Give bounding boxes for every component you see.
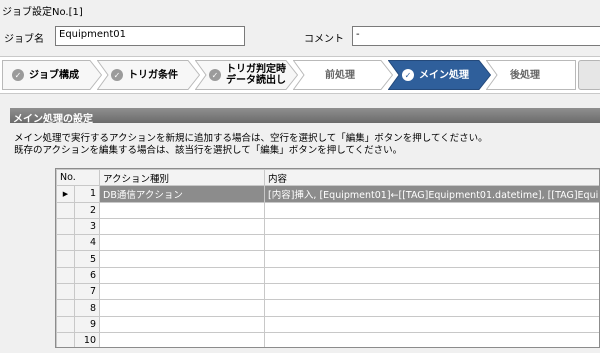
wizard-step-label: メイン処理 — [419, 69, 469, 81]
action-type-cell[interactable] — [99, 299, 265, 317]
action-type-cell[interactable] — [99, 266, 265, 285]
content-cell[interactable] — [264, 250, 599, 268]
row-indicator — [56, 315, 75, 333]
row-indicator — [56, 201, 75, 219]
content-cell[interactable] — [264, 201, 599, 219]
table-row[interactable]: 8 — [56, 299, 599, 317]
wizard-step-label: トリガ判定時 データ読出し — [226, 64, 286, 86]
action-type-cell[interactable] — [99, 250, 265, 268]
wizard-step-postprocess[interactable]: 後処理 — [486, 60, 576, 90]
content-cell[interactable] — [264, 299, 599, 317]
wizard-step-label: トリガ条件 — [128, 69, 178, 81]
window-title: ジョブ設定No.[1] — [0, 0, 600, 20]
row-indicator — [56, 331, 75, 347]
action-type-cell[interactable] — [99, 234, 265, 252]
action-type-cell[interactable] — [99, 283, 265, 301]
table-row[interactable]: 7 — [56, 283, 599, 301]
row-indicator — [56, 234, 75, 252]
wizard-step-preprocess[interactable]: 前処理 — [293, 60, 393, 90]
action-type-cell[interactable] — [99, 331, 265, 347]
content-cell[interactable] — [264, 217, 599, 236]
wizard-step-trigger-read[interactable]: ✓ トリガ判定時 データ読出し — [195, 60, 298, 90]
content-cell[interactable] — [264, 266, 599, 285]
table-row[interactable]: 4 — [56, 234, 599, 252]
table-row[interactable]: ▶ 1 DB通信アクション [内容]挿入, [Equipment01]←[[TAG]E… — [56, 185, 599, 203]
wizard-step-job-structure[interactable]: ✓ ジョブ構成 — [2, 60, 102, 90]
check-circle-icon: ✓ — [12, 69, 24, 81]
row-number: 9 — [74, 315, 100, 333]
row-number: 1 — [74, 185, 100, 203]
action-type-cell[interactable] — [99, 217, 265, 236]
row-number: 5 — [74, 250, 100, 268]
action-type-cell[interactable] — [99, 315, 265, 333]
next-button[interactable] — [578, 60, 600, 90]
row-indicator — [56, 283, 75, 301]
row-number: 2 — [74, 201, 100, 219]
wizard-step-label: 後処理 — [510, 69, 540, 81]
wizard-step-label: ジョブ構成 — [29, 69, 79, 81]
wizard-step-main-process[interactable]: ✓ メイン処理 — [388, 60, 491, 90]
row-indicator — [56, 299, 75, 317]
table-row[interactable]: 5 — [56, 250, 599, 268]
table-row[interactable]: 6 — [56, 266, 599, 285]
row-number: 3 — [74, 217, 100, 236]
section-description-line2: 既存のアクションを編集する場合は、該当行を選択して「編集」ボタンを押してください… — [14, 145, 403, 156]
row-number: 8 — [74, 299, 100, 317]
check-circle-icon: ✓ — [209, 69, 221, 81]
action-grid[interactable]: No. アクション種別 内容 ▶ 1 DB通信アクション [内容]挿入, [Equip… — [55, 168, 600, 348]
section-title: メイン処理の設定 — [10, 108, 600, 125]
action-type-cell[interactable] — [99, 201, 265, 219]
row-number: 4 — [74, 234, 100, 252]
row-indicator — [56, 217, 75, 236]
column-header-no[interactable]: No. — [56, 169, 100, 187]
wizard-step-trigger-condition[interactable]: ✓ トリガ条件 — [97, 60, 200, 90]
content-cell[interactable] — [264, 234, 599, 252]
job-name-input[interactable]: Equipment01 — [55, 26, 245, 46]
selected-row-indicator-icon: ▶ — [56, 185, 75, 203]
table-row[interactable]: 10 — [56, 331, 599, 347]
check-circle-icon: ✓ — [402, 69, 414, 81]
wizard-bar: ✓ ジョブ構成 ✓ トリガ条件 ✓ トリガ判定時 データ読出し 前処理 ✓ メイ… — [0, 56, 600, 94]
table-row[interactable]: 9 — [56, 315, 599, 333]
action-type-cell[interactable]: DB通信アクション — [99, 185, 265, 203]
row-indicator — [56, 266, 75, 285]
content-cell[interactable] — [264, 315, 599, 333]
check-circle-icon: ✓ — [111, 69, 123, 81]
content-cell[interactable] — [264, 331, 599, 347]
column-header-content[interactable]: 内容 — [264, 169, 599, 187]
comment-label: コメント — [304, 34, 344, 45]
content-cell[interactable] — [264, 283, 599, 301]
comment-input[interactable]: - — [352, 26, 600, 46]
row-number: 6 — [74, 266, 100, 285]
row-number: 7 — [74, 283, 100, 301]
row-number: 10 — [74, 331, 100, 347]
wizard-step-label: 前処理 — [325, 69, 355, 81]
table-row[interactable]: 2 — [56, 201, 599, 219]
column-header-action-type[interactable]: アクション種別 — [99, 169, 265, 187]
job-name-label: ジョブ名 — [4, 34, 44, 45]
table-row[interactable]: 3 — [56, 217, 599, 236]
content-cell[interactable]: [内容]挿入, [Equipment01]←[[TAG]Equipment01.… — [264, 185, 599, 203]
row-indicator — [56, 250, 75, 268]
